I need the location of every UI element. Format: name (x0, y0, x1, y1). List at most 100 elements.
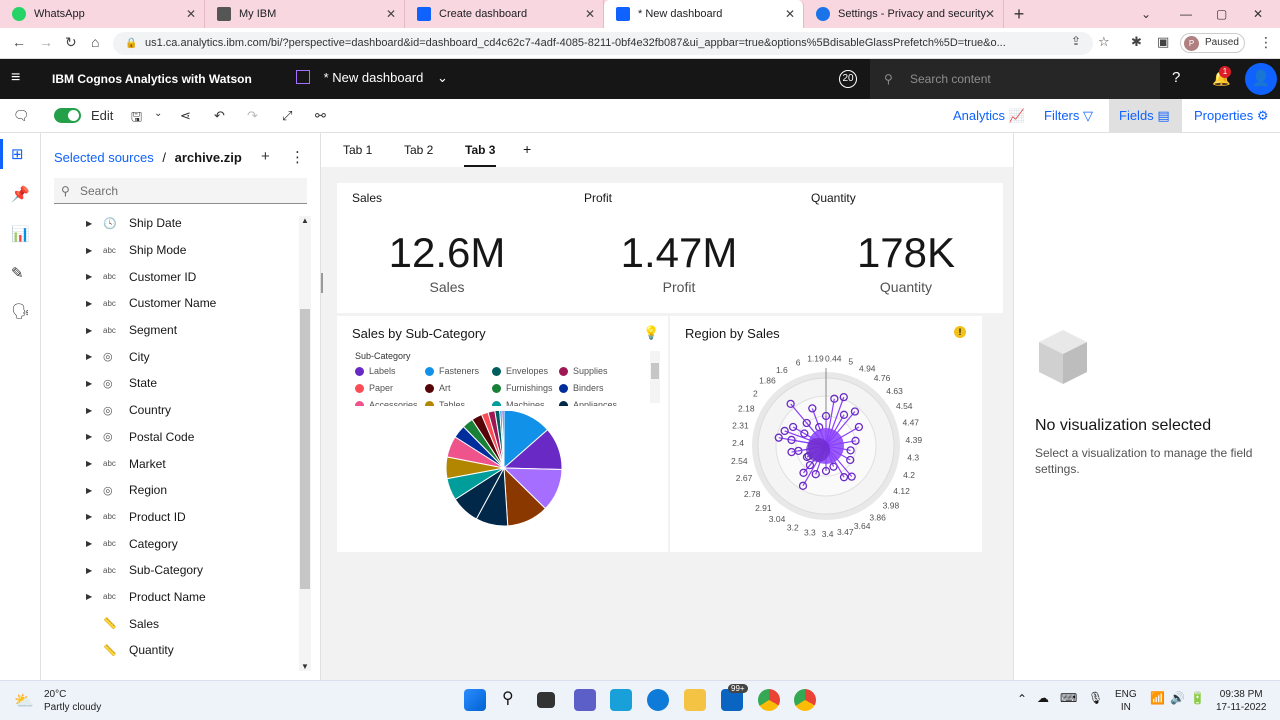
legend-scrollbar[interactable] (650, 351, 660, 403)
scroll-up-icon[interactable]: ▲ (301, 216, 309, 225)
field-item[interactable]: ▶ abc Sub-Category (41, 557, 299, 584)
share-icon[interactable]: ⋖ (180, 108, 191, 124)
reload-icon[interactable]: ↻ (65, 34, 77, 51)
field-item[interactable]: ▶ 🕓 Ship Date (41, 210, 299, 237)
panel-resize-handle[interactable] (321, 273, 326, 293)
edge-icon[interactable] (647, 689, 669, 711)
weather-icon[interactable]: ⛅ (14, 691, 34, 711)
field-list-scrollbar[interactable]: ▲ ▼ (299, 216, 311, 671)
expand-caret-icon[interactable]: ▶ (86, 432, 96, 441)
expand-caret-icon[interactable]: ▶ (86, 379, 96, 388)
close-icon[interactable]: ✕ (186, 7, 196, 21)
fields-button[interactable]: Fields ▤ (1109, 99, 1182, 132)
menu-dots-icon[interactable]: ⋮ (1259, 34, 1273, 51)
home-icon[interactable]: ⌂ (91, 34, 99, 50)
search-input[interactable]: ⚲ Search content (870, 59, 1160, 99)
expand-caret-icon[interactable]: ▶ (86, 459, 96, 468)
field-item[interactable]: ▶ abc Customer ID (41, 263, 299, 290)
expand-caret-icon[interactable]: ▶ (86, 539, 96, 548)
legend-item[interactable]: Supplies (559, 366, 608, 376)
legend-item[interactable]: Art (425, 383, 451, 393)
back-icon[interactable]: ← (12, 34, 26, 50)
legend-item[interactable]: Accessories (355, 400, 418, 406)
chevron-down-icon[interactable]: ⌄ (154, 108, 162, 119)
relationship-icon[interactable]: ⚯ (315, 108, 326, 124)
wifi-icon[interactable]: 📶 (1150, 691, 1165, 705)
widgets-icon[interactable]: ✎ (11, 264, 24, 282)
legend-item[interactable]: Fasteners (425, 366, 479, 376)
kpi-card[interactable]: Sales 12.6M Sales Profit 1.47M Profit Qu… (337, 183, 1003, 313)
browser-tab-create-dashboard[interactable]: Create dashboard ✕ (405, 0, 604, 28)
pie-visualization[interactable]: Sales by Sub-Category 💡 Sub-Category Lab… (337, 316, 668, 552)
add-tab-button[interactable]: + (523, 141, 531, 165)
fullscreen-icon[interactable]: ⤢ (282, 108, 292, 124)
tab-3[interactable]: Tab 3 (464, 143, 497, 167)
browser-tab-myibm[interactable]: My IBM ✕ (205, 0, 405, 28)
legend-item[interactable]: Binders (559, 383, 604, 393)
expand-caret-icon[interactable]: ▶ (86, 246, 96, 255)
sidepanel-icon[interactable]: ▣ (1157, 34, 1169, 50)
tab-2[interactable]: Tab 2 (404, 143, 433, 165)
legend-item[interactable]: Tables (425, 400, 465, 406)
field-item[interactable]: 📏Discount (41, 664, 299, 670)
minimize-icon[interactable]: — (1180, 0, 1192, 28)
help-icon[interactable]: ? (1172, 69, 1180, 86)
extensions-icon[interactable]: ✱ (1131, 34, 1142, 50)
field-item[interactable]: ▶ abc Category (41, 530, 299, 557)
expand-caret-icon[interactable]: ▶ (86, 486, 96, 495)
radial-chart[interactable]: 1.19 0.44 5 4.944.76 4.63 4.54 4.47 4.39 4.3 4.2 4… (670, 344, 982, 554)
chrome-profile-icon[interactable] (794, 689, 816, 711)
forward-icon[interactable]: → (39, 34, 53, 50)
share-icon[interactable]: ⇪ (1071, 34, 1081, 48)
warning-icon[interactable]: ! (954, 326, 966, 338)
legend-item[interactable]: Envelopes (492, 366, 548, 376)
hamburger-menu-icon[interactable]: ≡ (11, 69, 20, 87)
expand-caret-icon[interactable]: ▶ (86, 326, 96, 335)
comment-icon[interactable]: 🗨 (13, 108, 30, 124)
field-item[interactable]: ▶ ◎ Postal Code (41, 424, 299, 451)
browser-tab-whatsapp[interactable]: WhatsApp ✕ (0, 0, 205, 28)
task-view-icon[interactable] (537, 692, 555, 708)
browser-tab-new-dashboard[interactable]: * New dashboard ✕ (604, 0, 804, 28)
browser-tab-settings[interactable]: Settings - Privacy and security ✕ (804, 0, 1004, 28)
expand-caret-icon[interactable]: ▶ (86, 299, 96, 308)
field-item[interactable]: ▶ ◎ State (41, 370, 299, 397)
kpi-quantity[interactable]: Quantity 178K Quantity (796, 183, 1016, 313)
expand-caret-icon[interactable]: ▶ (86, 352, 96, 361)
filters-button[interactable]: Filters ▽ (1034, 99, 1103, 132)
legend-item[interactable]: Paper (355, 383, 393, 393)
close-icon[interactable]: ✕ (585, 7, 595, 21)
profile-button[interactable]: P Paused (1180, 33, 1245, 53)
expand-caret-icon[interactable]: ▶ (86, 566, 96, 575)
clock[interactable]: 09:38 PM 17-11-2022 (1216, 688, 1266, 714)
mic-icon[interactable]: 🎙 (1088, 691, 1103, 705)
start-icon[interactable] (464, 689, 486, 711)
search-icon[interactable]: ⚲ (502, 688, 514, 708)
field-item[interactable]: ▶ ◎ Region (41, 477, 299, 504)
expand-caret-icon[interactable]: ▶ (86, 406, 96, 415)
redo-icon[interactable]: ↷ (247, 108, 258, 124)
dashboard-title-menu[interactable]: * New dashboard ⌄ (296, 70, 448, 86)
data-sources-icon[interactable]: ⊞ (11, 145, 24, 163)
battery-icon[interactable]: 🔋 (1190, 691, 1205, 705)
properties-button[interactable]: Properties ⚙ (1184, 99, 1279, 132)
field-item[interactable]: ▶ abc Product Name (41, 584, 299, 611)
undo-icon[interactable]: ↶ (214, 108, 225, 124)
maximize-icon[interactable]: ▢ (1216, 0, 1227, 28)
legend-item[interactable]: Machines (492, 400, 545, 406)
visualizations-icon[interactable]: 📊 (11, 225, 30, 243)
new-tab-button[interactable]: + (1004, 0, 1034, 28)
volume-icon[interactable]: 🔊 (1170, 691, 1185, 705)
tab-1[interactable]: Tab 1 (343, 143, 372, 165)
scroll-down-icon[interactable]: ▼ (301, 662, 309, 671)
source-search-input[interactable]: ⚲ Search (54, 178, 307, 204)
chevron-down-icon[interactable]: ⌄ (1141, 0, 1151, 28)
kpi-sales[interactable]: Sales 12.6M Sales (337, 183, 557, 313)
close-icon[interactable]: ✕ (985, 7, 995, 21)
desktop-icon[interactable] (610, 689, 632, 711)
chrome-icon[interactable] (758, 689, 780, 711)
pin-icon[interactable]: 📌 (11, 185, 30, 203)
count-badge[interactable]: 20 (839, 70, 857, 88)
language-indicator[interactable]: ENG IN (1115, 688, 1137, 714)
save-icon[interactable]: 🖫 (131, 108, 142, 130)
